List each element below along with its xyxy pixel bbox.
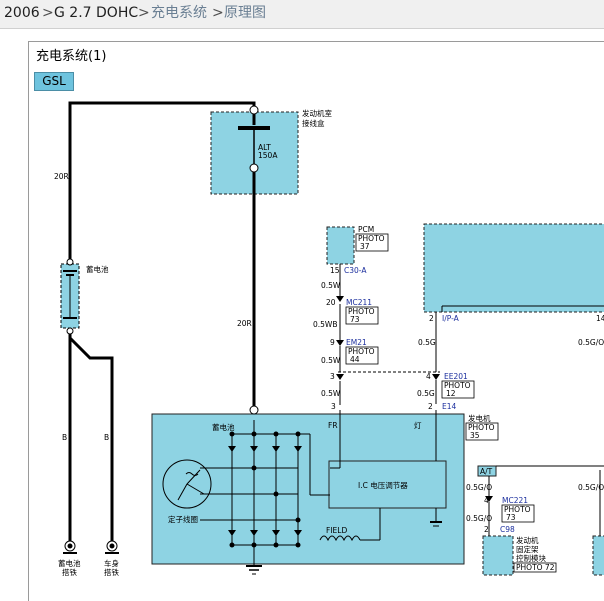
connector-id: E14 — [442, 402, 457, 411]
regulator-label: I.C 电压调节器 — [358, 480, 408, 490]
pin-label: 3 — [330, 372, 335, 381]
pcm-label: PCM — [358, 225, 374, 234]
pin-label: 2 — [484, 525, 489, 534]
terminal-label: 灯 — [414, 420, 422, 430]
photo-number: 73 — [506, 513, 516, 522]
wire-color-label: 0.5W — [321, 281, 341, 290]
ground-label: 车身 — [104, 558, 119, 568]
pin-label: 4 — [426, 372, 431, 381]
connector-id: C30-A — [344, 266, 367, 275]
wire-color-label: B — [104, 433, 109, 442]
pin-label: 2 — [428, 402, 433, 411]
module-label: 发动机 — [516, 535, 539, 545]
field-label: FIELD — [326, 526, 347, 535]
photo-number: 44 — [350, 355, 360, 364]
connector-id: MC211 — [346, 298, 372, 307]
fuse-box-label: 发动机室 — [302, 108, 332, 118]
module-label: 控制模块 — [516, 553, 546, 563]
alternator-block — [151, 413, 465, 565]
ground-icon — [63, 540, 77, 554]
wire-color-label: 0.5W — [321, 356, 341, 365]
pin-label: 14 — [596, 314, 604, 323]
pin-label: 9 — [330, 338, 335, 347]
pin-label: 3 — [331, 402, 336, 411]
pin-label: 2 — [429, 314, 434, 323]
fuse-box-label: 接线盒 — [302, 118, 325, 128]
module-label: 固定架 — [516, 544, 539, 554]
wire-color-label: 0.5G/O — [578, 483, 604, 492]
pin-label: 20 — [326, 298, 336, 307]
wire-color-label: 0.5W — [321, 389, 341, 398]
wire-color-label: B — [62, 433, 67, 442]
fuse-rating: 150A — [258, 151, 278, 160]
wire-color-label: 20R — [54, 172, 69, 181]
ground-label: 搭铁 — [62, 567, 77, 577]
pin-label: 4 — [484, 496, 489, 505]
battery-label: 蓄电池 — [86, 264, 109, 274]
schematic-diagram: 发动机室 接线盒 ALT 150A 20R 20R 蓄电池 B B 蓄电池 搭铁… — [54, 101, 604, 577]
battery-icon — [60, 258, 80, 335]
at-label: A/T — [480, 467, 493, 476]
engine-mount-module — [482, 535, 514, 576]
pcm-module — [326, 226, 355, 265]
wire-color-label: 0.5G — [417, 389, 435, 398]
ground-icon — [105, 540, 119, 554]
photo-number: 37 — [360, 242, 370, 251]
photo-label: PHOTO 72 — [516, 563, 555, 572]
connector-id: EM21 — [346, 338, 367, 347]
connector-id: C98 — [500, 525, 515, 534]
photo-number: 35 — [470, 431, 480, 440]
terminal-label: FR — [328, 421, 338, 430]
terminal-label: 蓄电池 — [212, 422, 235, 432]
stator-label: 定子线圈 — [168, 514, 198, 524]
wire-color-label: 0.5G/O — [466, 483, 492, 492]
pin-label: 15 — [330, 266, 340, 275]
wire-color-label: 0.5G/O — [578, 338, 604, 347]
wire-color-label: 0.5G — [418, 338, 436, 347]
ground-label: 搭铁 — [104, 567, 119, 577]
connector-id: MC221 — [502, 496, 528, 505]
photo-number: 12 — [446, 389, 456, 398]
photo-number: 73 — [350, 315, 360, 324]
cluster-module — [423, 223, 604, 313]
connector-id: EE201 — [444, 372, 468, 381]
side-module — [592, 535, 604, 576]
wire-color-label: 20R — [237, 319, 252, 328]
wire-color-label: 0.5G/O — [466, 514, 492, 523]
alternator-label: 发电机 — [468, 413, 491, 423]
ground-label: 蓄电池 — [58, 558, 81, 568]
wire-color-label: 0.5WB — [313, 320, 338, 329]
connector-id: I/P-A — [442, 314, 460, 323]
